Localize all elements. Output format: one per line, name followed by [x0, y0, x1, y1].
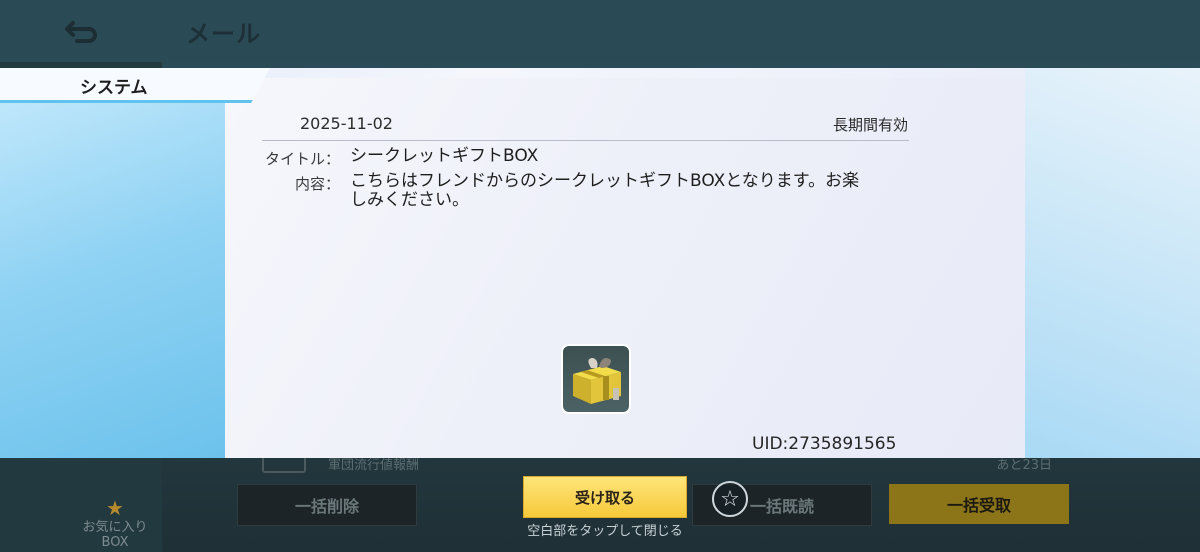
receive-all-button[interactable]: 一括受取	[889, 484, 1069, 524]
tab-system-label: システム	[80, 78, 148, 98]
mail-date: 2025-11-02	[300, 114, 393, 133]
accept-button[interactable]: 受け取る	[524, 477, 686, 517]
star-icon: ★	[106, 496, 124, 520]
favorites-label-1: お気に入り	[82, 520, 148, 535]
favorites-label-2: BOX	[101, 535, 129, 550]
tab-system[interactable]: システム	[0, 68, 270, 103]
back-button[interactable]	[0, 0, 162, 60]
divider	[262, 140, 909, 141]
mail-validity: 長期間有効	[832, 116, 908, 134]
mail-content-line-2: しみください。	[350, 190, 469, 210]
favorite-star-button[interactable]: ☆	[712, 481, 748, 517]
mail-title-label: タイトル：	[264, 150, 340, 168]
mail-content-label: 内容：	[294, 175, 340, 193]
mail-content-line-1: こちらはフレンドからのシークレットギフトBOXとなります。お楽	[350, 171, 860, 191]
user-uid: UID:2735891565	[752, 434, 897, 454]
delete-all-button[interactable]: 一括削除	[237, 484, 417, 526]
close-hint: 空白部をタップして閉じる	[527, 524, 683, 539]
attachment-item[interactable]	[563, 346, 629, 412]
back-arrow-icon	[65, 21, 97, 43]
favorites-box-button[interactable]: ★ お気に入り BOX	[60, 498, 170, 550]
page-title: メール	[186, 20, 261, 48]
gift-box-icon	[573, 358, 621, 404]
panel-decor-right	[1025, 68, 1200, 458]
panel-decor-left	[0, 100, 225, 458]
mail-title-value: シークレットギフトBOX	[350, 146, 539, 166]
star-outline-icon: ☆	[720, 487, 740, 512]
top-bar: メール	[0, 0, 1200, 62]
